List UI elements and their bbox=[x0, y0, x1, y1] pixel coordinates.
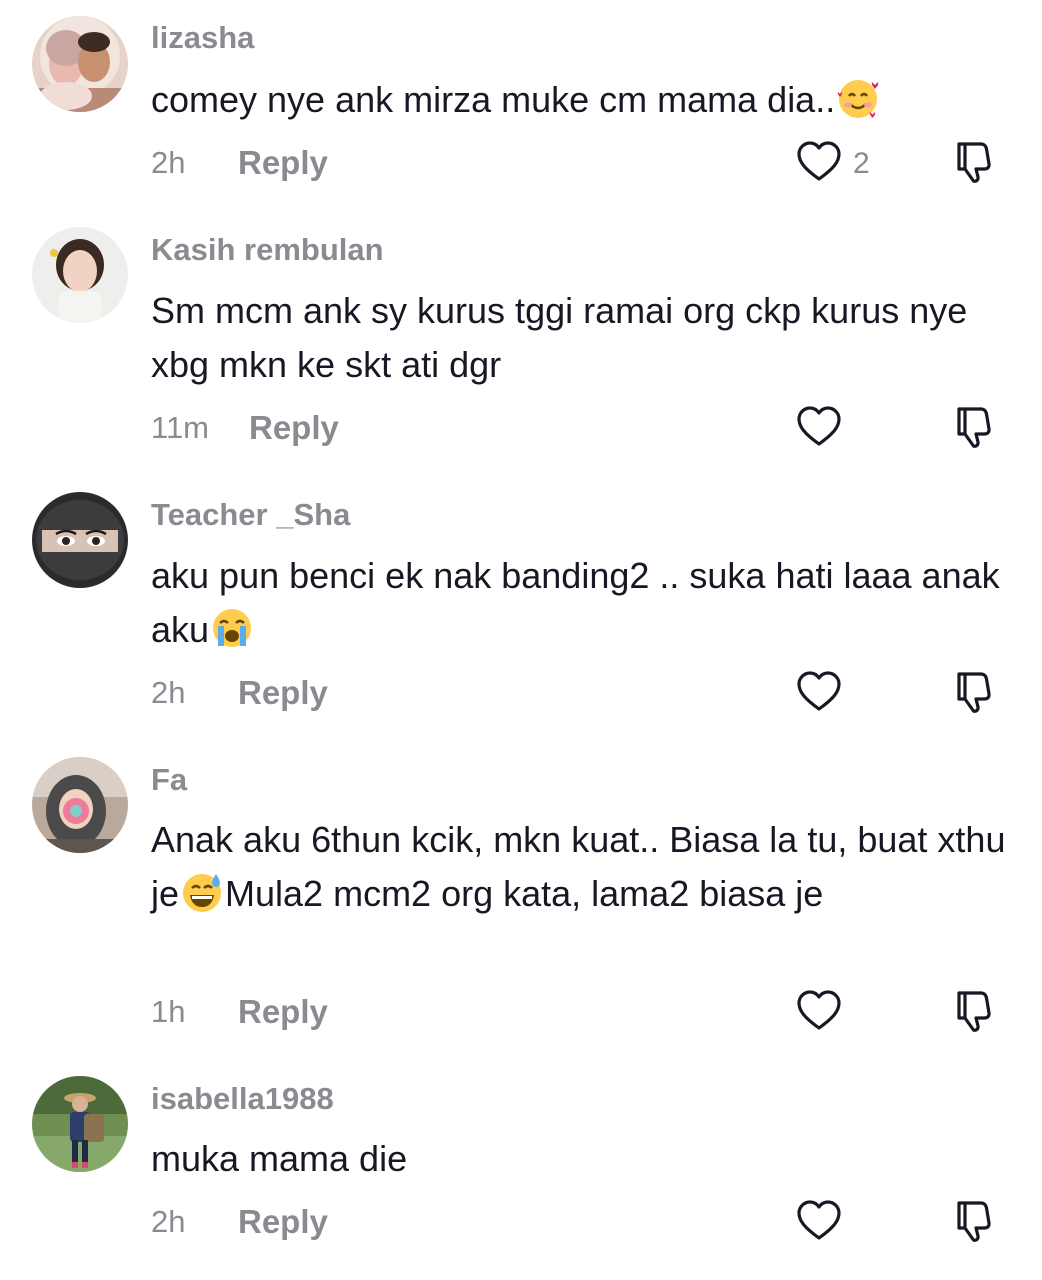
avatar-image bbox=[32, 492, 128, 588]
avatar-image bbox=[32, 16, 128, 112]
comment-meta: 2h Reply bbox=[151, 668, 1011, 718]
comment-username[interactable]: Kasih rembulan bbox=[151, 230, 384, 270]
heart-outline-icon[interactable] bbox=[795, 668, 843, 716]
smiling-face-with-hearts-icon bbox=[837, 80, 879, 118]
comment-item: Fa Anak aku 6thun kcik, mkn kuat.. Biasa… bbox=[0, 740, 1042, 1060]
comment-item: isabella1988 muka mama die 2h Reply bbox=[0, 1060, 1042, 1280]
comment-time: 11m bbox=[151, 410, 210, 445]
reply-button[interactable]: Reply bbox=[238, 1203, 328, 1241]
comment-time: 2h bbox=[151, 675, 186, 710]
comment-username[interactable]: Teacher _Sha bbox=[151, 495, 350, 535]
like-count: 2 bbox=[853, 147, 870, 180]
comment-time: 2h bbox=[151, 145, 186, 180]
comment-username[interactable]: isabella1988 bbox=[151, 1079, 334, 1119]
comment-text: aku pun benci ek nak banding2 .. suka ha… bbox=[151, 555, 1010, 650]
comment-time: 1h bbox=[151, 994, 186, 1029]
comment-meta: 2h Reply 2 bbox=[151, 138, 1011, 188]
avatar-image bbox=[32, 227, 128, 323]
grinning-face-with-sweat-icon bbox=[183, 874, 222, 912]
comment-text: muka mama die bbox=[151, 1138, 408, 1179]
comment-text: Anak aku 6thun kcik, mkn kuat.. Biasa la… bbox=[151, 819, 1016, 914]
reply-button[interactable]: Reply bbox=[238, 674, 328, 712]
thumbs-down-outline-icon[interactable] bbox=[951, 987, 999, 1035]
thumbs-down-outline-icon[interactable] bbox=[951, 1197, 999, 1245]
loudly-crying-face-icon bbox=[213, 609, 252, 647]
avatar[interactable] bbox=[32, 757, 128, 853]
avatar[interactable] bbox=[32, 1076, 128, 1172]
heart-outline-icon[interactable] bbox=[795, 987, 843, 1035]
reply-button[interactable]: Reply bbox=[238, 144, 328, 182]
heart-outline-icon[interactable] bbox=[795, 138, 843, 186]
avatar[interactable] bbox=[32, 16, 128, 112]
avatar-image bbox=[32, 1076, 128, 1172]
reply-button[interactable]: Reply bbox=[249, 409, 339, 447]
comment-time: 2h bbox=[151, 1204, 186, 1239]
comment-item: Teacher _Sha aku pun benci ek nak bandin… bbox=[0, 475, 1042, 740]
comment-meta: 2h Reply bbox=[151, 1197, 1011, 1247]
thumbs-down-outline-icon[interactable] bbox=[951, 403, 999, 451]
thumbs-down-outline-icon[interactable] bbox=[951, 138, 999, 186]
avatar-image bbox=[32, 757, 128, 853]
comment-text: Sm mcm ank sy kurus tggi ramai org ckp k… bbox=[151, 290, 978, 385]
comment-text: comey nye ank mirza muke cm mama dia.. bbox=[151, 73, 1011, 127]
comment-meta: 11m Reply bbox=[151, 403, 1011, 453]
comment-meta: 1h Reply bbox=[151, 987, 1011, 1037]
comment-item: lizasha comey nye ank mirza muke cm mama… bbox=[0, 0, 1042, 210]
comment-item: Kasih rembulan Sm mcm ank sy kurus tggi … bbox=[0, 210, 1042, 475]
heart-outline-icon[interactable] bbox=[795, 1197, 843, 1245]
comment-username[interactable]: Fa bbox=[151, 760, 187, 800]
heart-outline-icon[interactable] bbox=[795, 403, 843, 451]
thumbs-down-outline-icon[interactable] bbox=[951, 668, 999, 716]
reply-button[interactable]: Reply bbox=[238, 993, 328, 1031]
avatar[interactable] bbox=[32, 227, 128, 323]
avatar[interactable] bbox=[32, 492, 128, 588]
comment-username[interactable]: lizasha bbox=[151, 18, 254, 58]
